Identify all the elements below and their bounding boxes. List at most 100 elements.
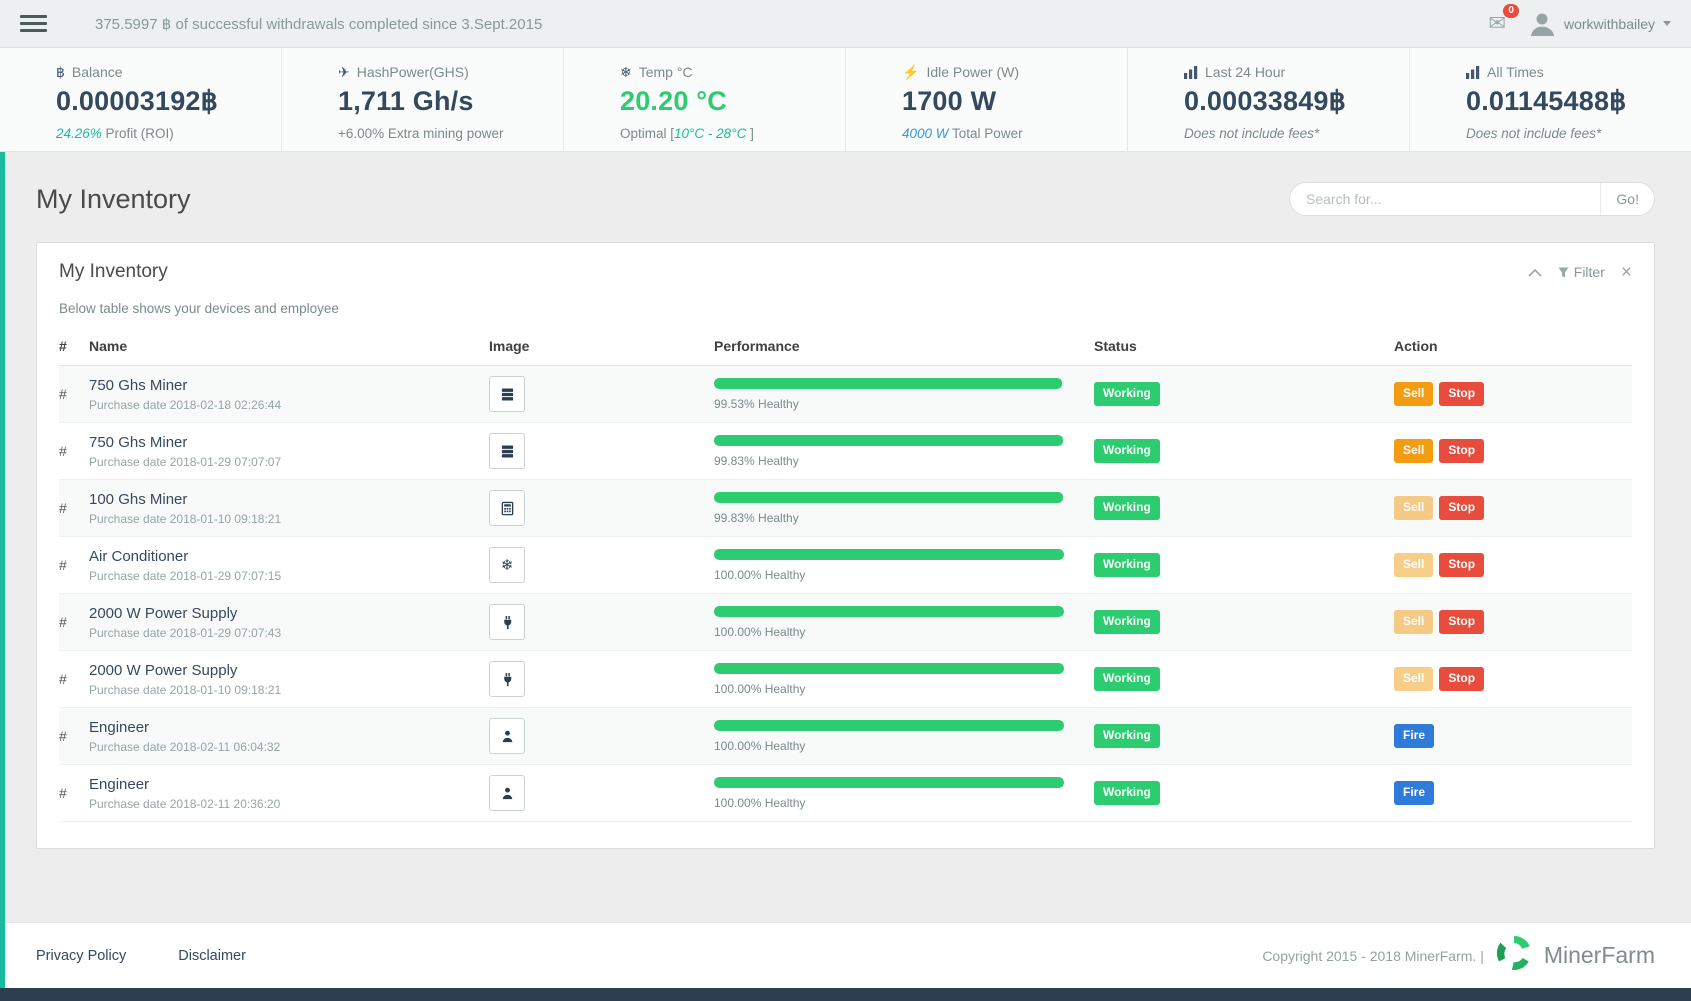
snowflake-icon: ❄ xyxy=(500,556,514,574)
sell-button[interactable]: Sell xyxy=(1394,382,1434,406)
fire-button[interactable]: Fire xyxy=(1394,724,1435,748)
user-menu[interactable]: workwithbailey xyxy=(1528,10,1671,38)
sell-button[interactable]: Sell xyxy=(1394,439,1434,463)
close-button[interactable]: × xyxy=(1621,263,1632,282)
status-badge: Working xyxy=(1094,439,1160,463)
menu-button[interactable] xyxy=(20,15,47,32)
row-number: # xyxy=(59,443,67,459)
rocket-icon: ✈ xyxy=(338,64,350,80)
purchase-date: Purchase date 2018-01-29 07:07:15 xyxy=(89,568,282,583)
panel-description: Below table shows your devices and emplo… xyxy=(59,301,339,316)
search-input[interactable] xyxy=(1290,191,1601,207)
left-accent-stripe xyxy=(0,152,5,988)
stats-bar: ฿ Balance 0.00003192฿ 24.26% Profit (ROI) ✈ H… xyxy=(0,48,1691,152)
chip-icon xyxy=(500,501,515,516)
stop-button[interactable]: Stop xyxy=(1439,439,1485,463)
sell-button[interactable]: Sell xyxy=(1394,553,1434,577)
messages-button[interactable]: ✉ 0 xyxy=(1488,4,1519,35)
engineer-icon xyxy=(500,786,515,801)
funnel-icon xyxy=(1558,267,1569,277)
plug-icon xyxy=(500,615,515,630)
item-image-box xyxy=(489,775,525,811)
stop-button[interactable]: Stop xyxy=(1439,496,1485,520)
sell-button[interactable]: Sell xyxy=(1394,667,1434,691)
item-name: Engineer xyxy=(89,775,150,793)
purchase-date: Purchase date 2018-02-11 20:36:20 xyxy=(89,796,281,811)
stop-button[interactable]: Stop xyxy=(1439,610,1485,634)
table-row: # Engineer Purchase date 2018-02-11 20:36:… xyxy=(59,765,1632,822)
table-row: #2000 W Power Supply Purchase date 2018-0… xyxy=(59,593,1632,651)
inventory-table: # Name Image Performance Status Action #… xyxy=(59,324,1632,822)
status-badge: Working xyxy=(1094,667,1160,691)
health-progress-bar xyxy=(714,377,1064,389)
stat-subtext: Optimal [10°C - 28°C ] xyxy=(620,126,754,141)
miner-icon xyxy=(500,387,515,402)
panel-title: My Inventory xyxy=(59,261,168,282)
snowflake-icon: ❄ xyxy=(620,64,632,80)
health-label: 100.00% Healthy xyxy=(714,567,806,582)
stat-value: 0.00033849฿ xyxy=(1184,86,1347,116)
stat-label: Last 24 Hour xyxy=(1205,64,1286,80)
stop-button[interactable]: Stop xyxy=(1439,667,1485,691)
chevron-up-icon xyxy=(1528,268,1542,277)
stop-button[interactable]: Stop xyxy=(1439,553,1485,577)
table-row: #750 Ghs Miner Purchase date 2018-02-18 0… xyxy=(59,365,1632,423)
purchase-date: Purchase date 2018-02-11 06:04:32 xyxy=(89,739,281,754)
miner-icon xyxy=(500,444,515,459)
inventory-panel: My Inventory Filter × Below table shows … xyxy=(36,242,1655,849)
stat-value: 1700 W xyxy=(902,86,997,116)
filter-label: Filter xyxy=(1573,264,1605,280)
health-progress-bar xyxy=(714,662,1064,674)
stop-button[interactable]: Stop xyxy=(1439,382,1485,406)
stat-last-24-hour: Last 24 Hour 0.00033849฿ Does not include … xyxy=(1128,48,1410,151)
stat-subtext: Does not include fees* xyxy=(1466,126,1602,141)
disclaimer-link[interactable]: Disclaimer xyxy=(178,948,246,964)
username: workwithbailey xyxy=(1563,15,1655,32)
stat-subtext: Does not include fees* xyxy=(1184,126,1320,141)
purchase-date: Purchase date 2018-01-29 07:07:07 xyxy=(89,454,282,469)
filter-button[interactable]: Filter xyxy=(1558,264,1605,280)
avatar xyxy=(1528,10,1556,38)
item-name: 2000 W Power Supply xyxy=(89,604,238,622)
copyright-text: Copyright 2015 - 2018 MinerFarm. | xyxy=(1262,947,1484,964)
health-label: 99.83% Healthy xyxy=(714,510,799,525)
search-go-button[interactable]: Go! xyxy=(1600,183,1654,215)
status-badge: Working xyxy=(1094,724,1160,748)
table-row: #2000 W Power Supply Purchase date 2018-0… xyxy=(59,651,1632,708)
item-image-box xyxy=(489,604,525,640)
stat-value: 20.20 °C xyxy=(620,86,727,116)
stat-all-times: All Times 0.01145488฿ Does not include fee… xyxy=(1410,48,1691,151)
sell-button[interactable]: Sell xyxy=(1394,610,1434,634)
stat-label: Balance xyxy=(71,64,123,80)
envelope-icon: ✉ xyxy=(1488,12,1506,35)
panel-tools: Filter × xyxy=(1528,263,1632,282)
privacy-policy-link[interactable]: Privacy Policy xyxy=(36,948,126,964)
table-row: #100 Ghs Miner Purchase date 2018-01-10 0… xyxy=(59,479,1632,537)
row-number: # xyxy=(59,671,67,687)
purchase-date: Purchase date 2018-01-29 07:07:43 xyxy=(89,625,282,640)
topbar: 375.5997 ฿ of successful withdrawals com… xyxy=(0,0,1691,48)
fire-button[interactable]: Fire xyxy=(1394,781,1435,805)
purchase-date: Purchase date 2018-01-10 09:18:21 xyxy=(89,511,282,526)
row-number: # xyxy=(59,728,67,744)
stat-temp-c: ❄ Temp °C 20.20 °C Optimal [10°C - 28°C ] xyxy=(564,48,846,151)
panel-header: My Inventory Filter × xyxy=(37,243,1654,287)
page-title: My Inventory xyxy=(36,183,191,214)
stat-label: HashPower(GHS) xyxy=(356,64,469,80)
caret-down-icon xyxy=(1663,21,1671,26)
status-badge: Working xyxy=(1094,553,1160,577)
status-badge: Working xyxy=(1094,496,1160,520)
collapse-button[interactable] xyxy=(1528,268,1542,277)
withdrawals-announcement: 375.5997 ฿ of successful withdrawals com… xyxy=(95,15,543,33)
health-progress-bar xyxy=(714,491,1064,503)
col-header-name: Name xyxy=(89,324,489,366)
sell-button[interactable]: Sell xyxy=(1394,496,1434,520)
bitcoin-icon: ฿ xyxy=(56,64,65,80)
health-progress-bar xyxy=(714,605,1064,617)
col-header-id: # xyxy=(59,324,89,366)
health-label: 100.00% Healthy xyxy=(714,681,806,696)
stat-subtext: +6.00% Extra mining power xyxy=(338,126,504,141)
engineer-icon xyxy=(500,729,515,744)
health-label: 99.83% Healthy xyxy=(714,453,799,468)
item-image-box xyxy=(489,433,525,469)
